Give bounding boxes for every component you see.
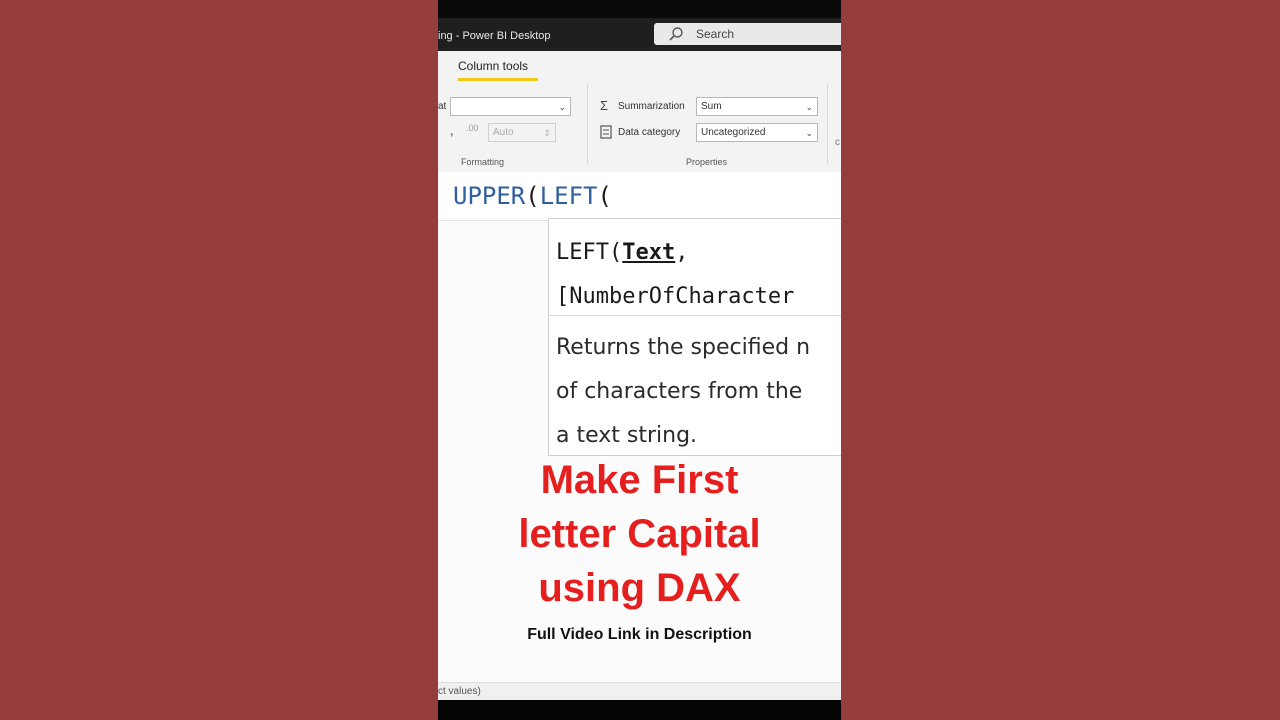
chevron-down-icon: ⌄ [805, 102, 813, 112]
desc-line: of characters from the [556, 379, 803, 404]
title-bar: ing - Power BI Desktop Search [438, 18, 841, 51]
background-left [0, 0, 438, 720]
overlay-subline: Full Video Link in Description [527, 626, 752, 643]
window-title: ing - Power BI Desktop [438, 30, 551, 42]
search-label: Search [696, 27, 735, 41]
data-category-label: Data category [618, 127, 681, 138]
formula-text[interactable]: UPPER(LEFT( [453, 182, 612, 210]
headline-line: using DAX [538, 566, 741, 610]
tab-column-tools[interactable]: Column tools [458, 59, 528, 73]
headline-line: letter Capital [518, 512, 761, 556]
status-bar: ct values) [438, 682, 841, 701]
decimal-places-stepper[interactable]: Auto ⇕ [488, 123, 556, 142]
function-signature: LEFT(Text, [NumberOfCharacter [556, 231, 794, 319]
desc-line: Returns the specified n [556, 335, 811, 360]
summation-icon: Σ [600, 98, 609, 113]
formatting-group-label: Formatting [461, 157, 505, 167]
paren: ( [597, 182, 612, 210]
powerbi-window: ing - Power BI Desktop Search Column too… [438, 0, 841, 720]
function-left: LEFT [539, 182, 598, 210]
sig-param-text: Text [622, 240, 676, 265]
ribbon-panel: at ⌄ , .00 Auto ⇕ Formatting Σ Summariza… [438, 84, 841, 173]
search-icon [669, 27, 683, 41]
status-text: ct values) [438, 686, 481, 697]
comma-style-icon: , [450, 124, 454, 138]
desc-line: a text string. [556, 423, 698, 448]
summarization-dropdown[interactable]: Sum ⌄ [696, 97, 818, 116]
data-category-value: Uncategorized [701, 127, 766, 138]
data-category-icon [600, 125, 612, 139]
format-dropdown[interactable]: ⌄ [450, 97, 571, 116]
editor-canvas: UPPER(LEFT( LEFT(Text, [NumberOfCharacte… [438, 172, 841, 682]
function-upper: UPPER [453, 182, 526, 210]
formula-bar[interactable]: UPPER(LEFT( [438, 172, 841, 221]
sig-function: LEFT( [556, 240, 623, 265]
function-tooltip: LEFT(Text, [NumberOfCharacter Returns th… [548, 218, 841, 456]
chevron-down-icon: ⌄ [558, 102, 566, 112]
summarization-value: Sum [701, 101, 722, 112]
sig-comma: , [675, 240, 689, 265]
decimal-value: Auto [493, 127, 514, 138]
search-box[interactable]: Search [654, 23, 841, 45]
headline-line: Make First [540, 458, 739, 502]
ribbon-divider [587, 84, 588, 164]
decimal-places-icon: .00 [466, 123, 479, 133]
properties-group-label: Properties [686, 157, 728, 167]
tooltip-divider [549, 315, 841, 316]
paren: ( [525, 182, 540, 210]
data-category-dropdown[interactable]: Uncategorized ⌄ [696, 123, 818, 142]
sig-param-optional: [NumberOfCharacter [556, 284, 795, 309]
active-tab-indicator [458, 78, 538, 81]
overlay-headline: Make First letter Capital using DAX [438, 453, 841, 615]
format-label-fragment: at [438, 101, 447, 112]
ribbon-divider [827, 84, 828, 164]
background-right [841, 0, 1280, 720]
chevron-down-icon: ⌄ [805, 128, 813, 138]
top-black-bar [438, 0, 841, 18]
summarization-label: Summarization [618, 101, 685, 112]
ribbon-fragment: c [835, 137, 840, 148]
stepper-arrows-icon: ⇕ [543, 128, 551, 138]
bottom-black-bar [438, 700, 841, 720]
function-description: Returns the specified n of characters fr… [556, 326, 810, 458]
